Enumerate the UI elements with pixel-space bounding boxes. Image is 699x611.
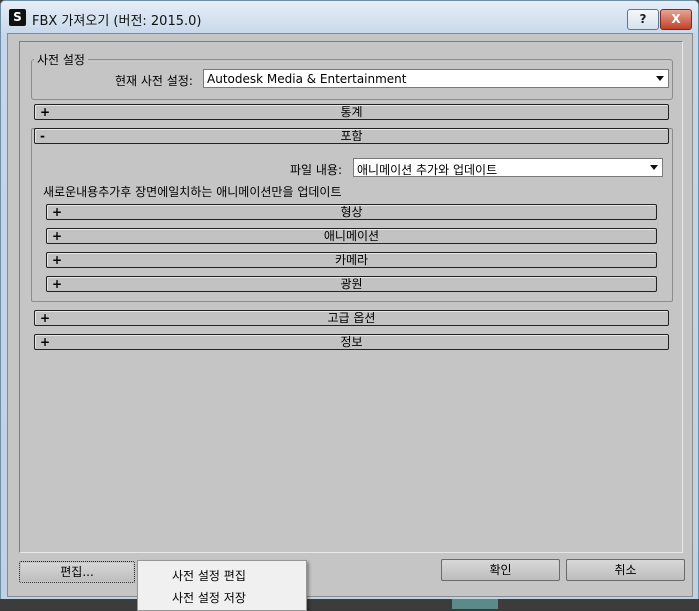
rollout-lights-title: 광원 [340,277,363,291]
rollout-lights[interactable]: + 광원 [46,276,657,292]
background-strip [0,599,699,609]
menu-item-save-preset[interactable]: 사전 설정 저장 [172,589,246,606]
title-bar[interactable]: S FBX 가져오기 (버전: 2015.0) ? X [1,1,698,33]
app-icon: S [9,9,26,26]
window-title: FBX 가져오기 (버전: 2015.0) [32,14,202,29]
preset-group-title: 사전 설정 [37,53,85,67]
rollout-statistics[interactable]: + 통계 [34,104,669,120]
dialog-client-area: 사전 설정 현재 사전 설정: Autodesk Media & Enterta… [7,33,693,597]
fbx-import-window: S FBX 가져오기 (버전: 2015.0) ? X 사전 설정 현재 사전 … [0,0,699,601]
rollout-camera-title: 카메라 [334,253,369,267]
chevron-down-icon [656,76,664,81]
chevron-down-icon [650,165,658,170]
current-preset-dropdown[interactable]: Autodesk Media & Entertainment [203,69,669,88]
rollout-camera[interactable]: + 카메라 [46,252,657,268]
file-content-label: 파일 내용: [290,163,343,177]
edit-dropdown-menu: 사전 설정 편집 사전 설정 저장 [137,560,307,611]
rollout-include[interactable]: - 포함 [34,128,669,144]
rollout-advanced-options-title: 고급 옵션 [327,311,376,325]
cancel-button[interactable]: 취소 [566,559,685,581]
rollout-advanced-options[interactable]: + 고급 옵션 [34,310,669,326]
file-content-description: 새로운내용추가후 장면에일치하는 애니메이션만을 업데이트 [43,185,342,199]
rollout-include-title: 포함 [340,129,363,143]
file-content-dropdown[interactable]: 애니메이션 추가와 업데이트 [353,158,663,177]
menu-item-edit-preset[interactable]: 사전 설정 편집 [172,567,246,584]
rollout-info-title: 정보 [340,335,363,349]
settings-panel[interactable]: 사전 설정 현재 사전 설정: Autodesk Media & Enterta… [19,41,683,553]
rollout-info[interactable]: + 정보 [34,334,669,350]
current-preset-label: 현재 사전 설정: [115,74,193,88]
file-content-value: 애니메이션 추가와 업데이트 [357,163,498,177]
rollout-animation[interactable]: + 애니메이션 [46,228,657,244]
edit-button[interactable]: 편집... [19,561,135,583]
ok-button[interactable]: 확인 [441,559,560,581]
help-button[interactable]: ? [627,9,659,30]
close-button[interactable]: X [660,9,692,30]
current-preset-value: Autodesk Media & Entertainment [207,72,407,86]
rollout-geometry[interactable]: + 형상 [46,204,657,220]
rollout-statistics-title: 통계 [340,105,363,119]
rollout-animation-title: 애니메이션 [323,229,380,243]
background-accent [452,599,498,609]
rollout-geometry-title: 형상 [340,205,363,219]
